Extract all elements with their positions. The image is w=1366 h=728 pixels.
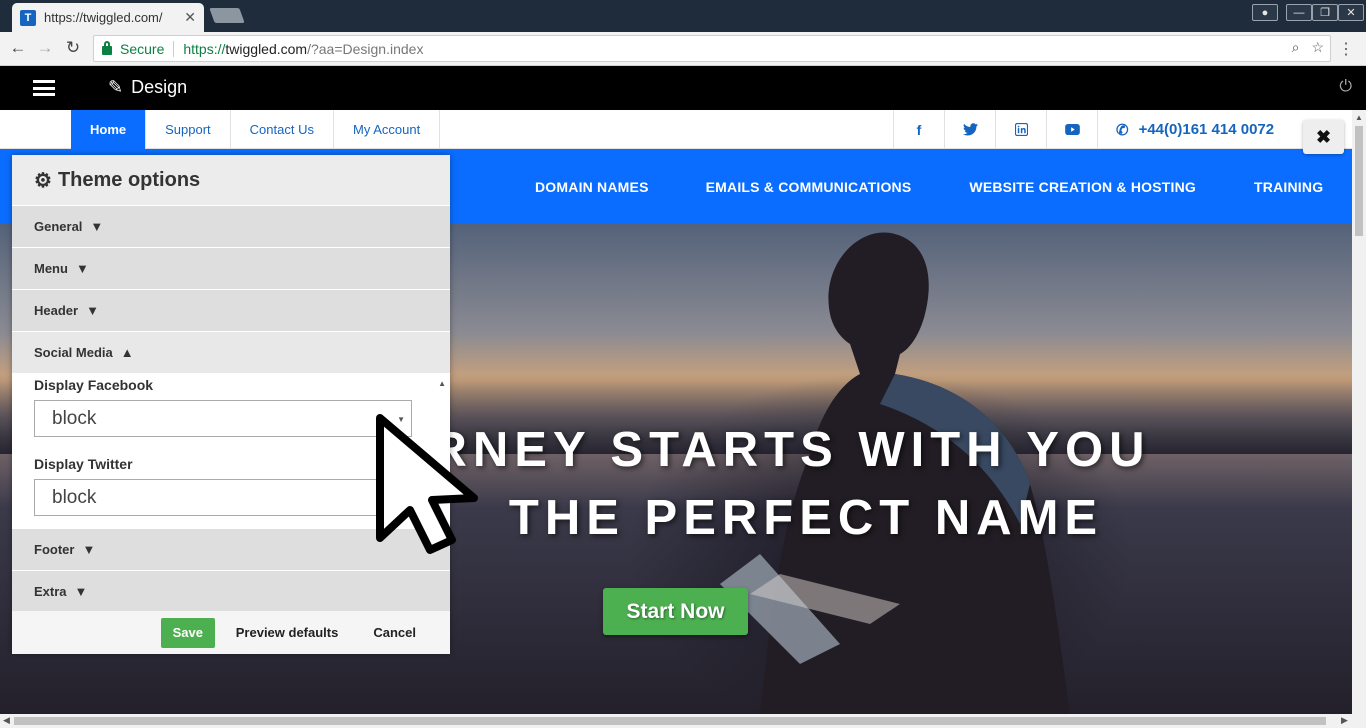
section-social-media[interactable]: Social Media ▲ [12, 331, 450, 373]
zoom-icon[interactable]: ⌕ [1292, 39, 1300, 56]
site-topbar: Home Support Contact Us My Account f ✆ +… [0, 110, 1352, 149]
triangle-down-icon: ▼ [86, 303, 99, 318]
nav-my-account[interactable]: My Account [334, 110, 441, 149]
browser-menu-icon[interactable]: ⋮ [1338, 39, 1354, 59]
browser-tab[interactable]: T https://twiggled.com/ ✕ [12, 3, 204, 32]
display-facebook-label: Display Facebook [34, 377, 154, 393]
phone-number[interactable]: ✆ +44(0)161 414 0072 [1097, 110, 1274, 149]
linkedin-icon[interactable] [995, 110, 1046, 149]
nav-emails-communications[interactable]: EMAILS & COMMUNICATIONS [706, 179, 912, 195]
secure-label: Secure [120, 40, 165, 57]
minimize-icon[interactable]: — [1286, 4, 1312, 21]
vertical-scrollbar[interactable]: ▲ [1352, 110, 1366, 714]
section-header[interactable]: Header ▼ [12, 289, 450, 331]
back-icon[interactable]: ← [7, 38, 29, 58]
gears-icon: ⚙ [34, 169, 52, 192]
display-facebook-select[interactable]: block ▼ [34, 400, 412, 437]
profile-icon[interactable]: ● [1252, 4, 1278, 21]
start-now-button[interactable]: Start Now [603, 588, 748, 635]
scroll-up-icon[interactable]: ▲ [438, 379, 446, 388]
design-bar: ✎ Design ⏻ [0, 66, 1366, 110]
facebook-icon[interactable]: f [893, 110, 944, 149]
address-bar[interactable]: Secure https://twiggled.com/?aa=Design.i… [93, 35, 1331, 62]
pencil-icon: ✎ [108, 77, 124, 97]
panel-footer: Save Preview defaults Cancel [12, 611, 450, 654]
top-nav: Home Support Contact Us My Account [71, 110, 441, 149]
power-icon[interactable]: ⏻ [1339, 78, 1352, 96]
display-twitter-select[interactable]: block ▼ [34, 479, 412, 516]
close-tab-icon[interactable]: ✕ [184, 9, 196, 26]
mouse-cursor-icon [376, 414, 478, 554]
lock-icon [102, 41, 112, 55]
bookmark-star-icon[interactable]: ☆ [1311, 39, 1324, 56]
triangle-down-icon: ▼ [82, 542, 96, 557]
section-general[interactable]: General ▼ [12, 205, 450, 247]
nav-training[interactable]: TRAINING [1254, 179, 1323, 195]
close-window-icon[interactable]: ✕ [1338, 4, 1364, 21]
reload-icon[interactable]: ↻ [62, 38, 84, 58]
browser-toolbar: ← → ↻ Secure https://twiggled.com/?aa=De… [0, 32, 1366, 66]
section-menu[interactable]: Menu ▼ [12, 247, 450, 289]
theme-options-panel: ⚙ Theme options General ▼ Menu ▼ Header … [12, 155, 450, 654]
design-title: ✎ Design [108, 77, 188, 97]
triangle-down-icon: ▼ [74, 584, 88, 599]
browser-tabstrip: T https://twiggled.com/ ✕ ● — ❐ ✕ [0, 0, 1366, 32]
url-scheme: https:// [183, 40, 226, 57]
triangle-up-icon: ▲ [120, 345, 134, 360]
url-host: twiggled.com [225, 40, 308, 57]
nav-website-creation-hosting[interactable]: WEBSITE CREATION & HOSTING [969, 179, 1196, 195]
close-design-icon[interactable]: ✖ [1303, 120, 1344, 154]
forward-icon[interactable]: → [34, 38, 56, 58]
nav-support[interactable]: Support [146, 110, 231, 149]
preview-defaults-button[interactable]: Preview defaults [236, 625, 339, 640]
nav-contact-us[interactable]: Contact Us [231, 110, 334, 149]
section-extra[interactable]: Extra ▼ [12, 570, 450, 612]
tab-title: https://twiggled.com/ [44, 10, 163, 25]
main-nav: DOMAIN NAMES EMAILS & COMMUNICATIONS WEB… [535, 149, 1323, 224]
hamburger-menu-icon[interactable] [33, 80, 55, 96]
nav-home[interactable]: Home [71, 110, 147, 149]
triangle-down-icon: ▼ [90, 219, 104, 234]
phone-icon: ✆ [1116, 121, 1129, 139]
social-links: f [893, 110, 1097, 149]
save-button[interactable]: Save [160, 617, 215, 648]
nav-domain-names[interactable]: DOMAIN NAMES [535, 179, 649, 195]
triangle-down-icon: ▼ [75, 261, 89, 276]
favicon-icon: T [20, 9, 36, 26]
restore-icon[interactable]: ❐ [1312, 4, 1338, 21]
youtube-icon[interactable] [1046, 110, 1097, 149]
horizontal-scrollbar[interactable]: ◀ ▶ [0, 714, 1366, 728]
twitter-icon[interactable] [944, 110, 995, 149]
url-path: /?aa=Design.index [307, 40, 424, 57]
new-tab-button[interactable] [209, 8, 245, 23]
panel-title: ⚙ Theme options [12, 155, 450, 205]
cancel-button[interactable]: Cancel [373, 625, 416, 640]
